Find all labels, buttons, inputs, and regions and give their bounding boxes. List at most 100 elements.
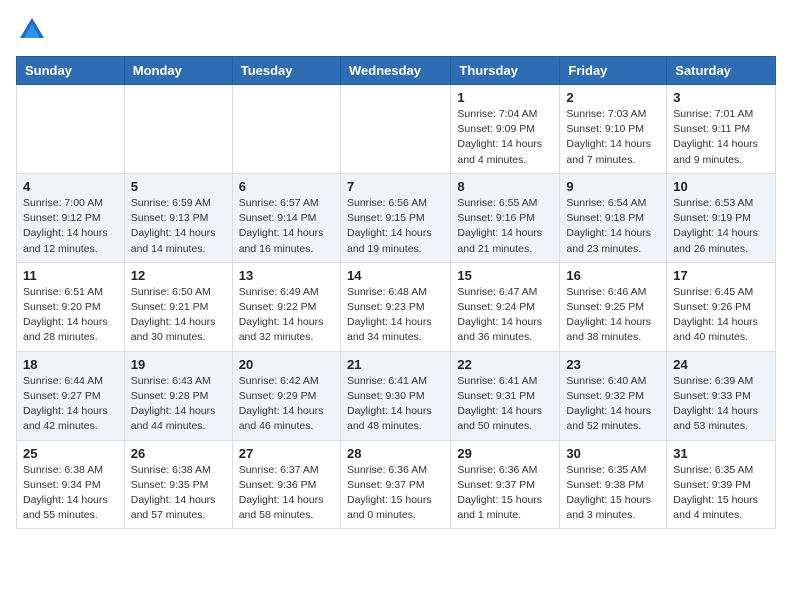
calendar-table: SundayMondayTuesdayWednesdayThursdayFrid… <box>16 56 776 529</box>
day-number: 27 <box>239 446 334 461</box>
day-detail: Sunrise: 6:37 AM Sunset: 9:36 PM Dayligh… <box>239 464 324 522</box>
calendar-week-row: 1 Sunrise: 7:04 AM Sunset: 9:09 PM Daylig… <box>17 85 776 174</box>
calendar-day-cell: 22 Sunrise: 6:41 AM Sunset: 9:31 PM Dayli… <box>451 351 560 440</box>
day-number: 5 <box>131 179 226 194</box>
day-detail: Sunrise: 6:46 AM Sunset: 9:25 PM Dayligh… <box>566 286 651 344</box>
day-of-week-header: Monday <box>124 57 232 85</box>
day-number: 29 <box>457 446 553 461</box>
day-detail: Sunrise: 6:55 AM Sunset: 9:16 PM Dayligh… <box>457 197 542 255</box>
calendar-week-row: 18 Sunrise: 6:44 AM Sunset: 9:27 PM Dayli… <box>17 351 776 440</box>
day-detail: Sunrise: 6:41 AM Sunset: 9:30 PM Dayligh… <box>347 375 432 433</box>
day-detail: Sunrise: 6:50 AM Sunset: 9:21 PM Dayligh… <box>131 286 216 344</box>
day-detail: Sunrise: 7:04 AM Sunset: 9:09 PM Dayligh… <box>457 108 542 166</box>
calendar-week-row: 11 Sunrise: 6:51 AM Sunset: 9:20 PM Dayli… <box>17 262 776 351</box>
day-detail: Sunrise: 6:42 AM Sunset: 9:29 PM Dayligh… <box>239 375 324 433</box>
calendar-day-cell: 15 Sunrise: 6:47 AM Sunset: 9:24 PM Dayli… <box>451 262 560 351</box>
day-number: 26 <box>131 446 226 461</box>
calendar-week-row: 4 Sunrise: 7:00 AM Sunset: 9:12 PM Daylig… <box>17 173 776 262</box>
day-detail: Sunrise: 7:01 AM Sunset: 9:11 PM Dayligh… <box>673 108 758 166</box>
calendar-day-cell: 27 Sunrise: 6:37 AM Sunset: 9:36 PM Dayli… <box>232 440 340 529</box>
calendar-day-cell <box>17 85 125 174</box>
page-header <box>16 16 776 44</box>
calendar-day-cell: 30Sunrise: 6:35 AM Sunset: 9:38 PM Dayli… <box>560 440 667 529</box>
day-of-week-header: Sunday <box>17 57 125 85</box>
day-number: 13 <box>239 268 334 283</box>
calendar-day-cell: 25Sunrise: 6:38 AM Sunset: 9:34 PM Dayli… <box>17 440 125 529</box>
calendar-day-cell <box>124 85 232 174</box>
day-number: 7 <box>347 179 444 194</box>
calendar-header-row: SundayMondayTuesdayWednesdayThursdayFrid… <box>17 57 776 85</box>
calendar-day-cell: 20 Sunrise: 6:42 AM Sunset: 9:29 PM Dayli… <box>232 351 340 440</box>
day-detail: Sunrise: 6:36 AM Sunset: 9:37 PM Dayligh… <box>457 464 542 522</box>
day-detail: Sunrise: 6:53 AM Sunset: 9:19 PM Dayligh… <box>673 197 758 255</box>
calendar-day-cell: 2Sunrise: 7:03 AM Sunset: 9:10 PM Daylig… <box>560 85 667 174</box>
day-detail: Sunrise: 6:38 AM Sunset: 9:35 PM Dayligh… <box>131 464 216 522</box>
calendar-day-cell: 19 Sunrise: 6:43 AM Sunset: 9:28 PM Dayli… <box>124 351 232 440</box>
calendar-day-cell <box>232 85 340 174</box>
day-number: 18 <box>23 357 118 372</box>
day-detail: Sunrise: 6:38 AM Sunset: 9:34 PM Dayligh… <box>23 464 108 522</box>
calendar-day-cell: 17 Sunrise: 6:45 AM Sunset: 9:26 PM Dayli… <box>667 262 776 351</box>
day-detail: Sunrise: 6:56 AM Sunset: 9:15 PM Dayligh… <box>347 197 432 255</box>
day-detail: Sunrise: 6:47 AM Sunset: 9:24 PM Dayligh… <box>457 286 542 344</box>
calendar-day-cell: 3Sunrise: 7:01 AM Sunset: 9:11 PM Daylig… <box>667 85 776 174</box>
day-number: 21 <box>347 357 444 372</box>
day-number: 11 <box>23 268 118 283</box>
calendar-day-cell <box>340 85 450 174</box>
day-detail: Sunrise: 6:54 AM Sunset: 9:18 PM Dayligh… <box>566 197 651 255</box>
day-number: 16 <box>566 268 660 283</box>
calendar-day-cell: 5 Sunrise: 6:59 AM Sunset: 9:13 PM Daylig… <box>124 173 232 262</box>
calendar-day-cell: 31 Sunrise: 6:35 AM Sunset: 9:39 PM Dayli… <box>667 440 776 529</box>
day-number: 31 <box>673 446 769 461</box>
day-of-week-header: Friday <box>560 57 667 85</box>
logo <box>16 16 46 44</box>
day-detail: Sunrise: 6:35 AM Sunset: 9:39 PM Dayligh… <box>673 464 758 522</box>
day-detail: Sunrise: 6:40 AM Sunset: 9:32 PM Dayligh… <box>566 375 651 433</box>
calendar-day-cell: 16 Sunrise: 6:46 AM Sunset: 9:25 PM Dayli… <box>560 262 667 351</box>
day-of-week-header: Tuesday <box>232 57 340 85</box>
day-of-week-header: Thursday <box>451 57 560 85</box>
calendar-day-cell: 6Sunrise: 6:57 AM Sunset: 9:14 PM Daylig… <box>232 173 340 262</box>
calendar-day-cell: 10Sunrise: 6:53 AM Sunset: 9:19 PM Dayli… <box>667 173 776 262</box>
day-number: 15 <box>457 268 553 283</box>
day-detail: Sunrise: 6:51 AM Sunset: 9:20 PM Dayligh… <box>23 286 108 344</box>
calendar-day-cell: 28 Sunrise: 6:36 AM Sunset: 9:37 PM Dayli… <box>340 440 450 529</box>
calendar-day-cell: 26 Sunrise: 6:38 AM Sunset: 9:35 PM Dayli… <box>124 440 232 529</box>
day-number: 19 <box>131 357 226 372</box>
day-detail: Sunrise: 6:43 AM Sunset: 9:28 PM Dayligh… <box>131 375 216 433</box>
day-number: 30 <box>566 446 660 461</box>
day-detail: Sunrise: 6:45 AM Sunset: 9:26 PM Dayligh… <box>673 286 758 344</box>
calendar-day-cell: 9Sunrise: 6:54 AM Sunset: 9:18 PM Daylig… <box>560 173 667 262</box>
calendar-day-cell: 1 Sunrise: 7:04 AM Sunset: 9:09 PM Daylig… <box>451 85 560 174</box>
day-number: 4 <box>23 179 118 194</box>
day-detail: Sunrise: 6:39 AM Sunset: 9:33 PM Dayligh… <box>673 375 758 433</box>
calendar-day-cell: 23Sunrise: 6:40 AM Sunset: 9:32 PM Dayli… <box>560 351 667 440</box>
day-detail: Sunrise: 6:44 AM Sunset: 9:27 PM Dayligh… <box>23 375 108 433</box>
day-detail: Sunrise: 7:00 AM Sunset: 9:12 PM Dayligh… <box>23 197 108 255</box>
day-detail: Sunrise: 6:57 AM Sunset: 9:14 PM Dayligh… <box>239 197 324 255</box>
day-number: 22 <box>457 357 553 372</box>
day-detail: Sunrise: 6:59 AM Sunset: 9:13 PM Dayligh… <box>131 197 216 255</box>
day-number: 17 <box>673 268 769 283</box>
calendar-day-cell: 4 Sunrise: 7:00 AM Sunset: 9:12 PM Daylig… <box>17 173 125 262</box>
calendar-body: 1 Sunrise: 7:04 AM Sunset: 9:09 PM Daylig… <box>17 85 776 529</box>
day-detail: Sunrise: 6:41 AM Sunset: 9:31 PM Dayligh… <box>457 375 542 433</box>
day-of-week-header: Wednesday <box>340 57 450 85</box>
calendar-day-cell: 18 Sunrise: 6:44 AM Sunset: 9:27 PM Dayli… <box>17 351 125 440</box>
day-number: 1 <box>457 90 553 105</box>
calendar-day-cell: 8 Sunrise: 6:55 AM Sunset: 9:16 PM Daylig… <box>451 173 560 262</box>
day-of-week-header: Saturday <box>667 57 776 85</box>
calendar-day-cell: 12 Sunrise: 6:50 AM Sunset: 9:21 PM Dayli… <box>124 262 232 351</box>
day-detail: Sunrise: 7:03 AM Sunset: 9:10 PM Dayligh… <box>566 108 651 166</box>
day-detail: Sunrise: 6:36 AM Sunset: 9:37 PM Dayligh… <box>347 464 432 522</box>
day-number: 8 <box>457 179 553 194</box>
calendar-day-cell: 11 Sunrise: 6:51 AM Sunset: 9:20 PM Dayli… <box>17 262 125 351</box>
calendar-day-cell: 13Sunrise: 6:49 AM Sunset: 9:22 PM Dayli… <box>232 262 340 351</box>
calendar-day-cell: 14Sunrise: 6:48 AM Sunset: 9:23 PM Dayli… <box>340 262 450 351</box>
calendar-week-row: 25Sunrise: 6:38 AM Sunset: 9:34 PM Dayli… <box>17 440 776 529</box>
day-number: 20 <box>239 357 334 372</box>
day-number: 12 <box>131 268 226 283</box>
day-number: 28 <box>347 446 444 461</box>
logo-icon <box>18 16 46 44</box>
calendar-day-cell: 7 Sunrise: 6:56 AM Sunset: 9:15 PM Daylig… <box>340 173 450 262</box>
